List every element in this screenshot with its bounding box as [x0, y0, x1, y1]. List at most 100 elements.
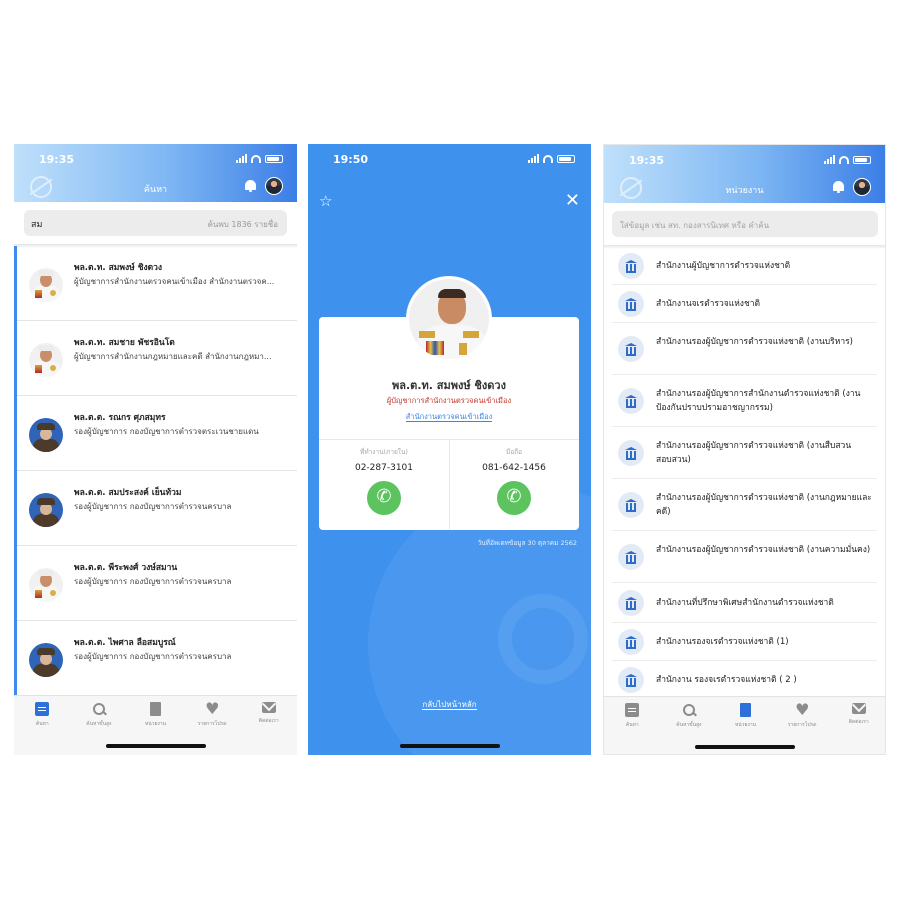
list-item[interactable]: พล.ต.ต. รณกร ศุภสมุทร รองผู้บัญชาการ กองบ… [17, 396, 297, 471]
person-name: พล.ต.ต. สมประสงค์ เย็นท้วม [74, 488, 182, 498]
nav-tab-2[interactable]: หน่วยงาน [128, 702, 184, 728]
nav-label: ค้นหาขั้นสูง [676, 722, 702, 728]
agency-name: สำนักงานจเรตำรวจแห่งชาติ [656, 299, 761, 309]
agency-item[interactable]: สำนักงานรองผู้บัญชาการตำรวจแห่งชาติ (งาน… [612, 479, 877, 531]
list-item[interactable]: พล.ต.ท. สมพงษ์ ชิงดวง ผู้บัญชาการสำนักงาน… [17, 246, 297, 321]
nav-tab-3[interactable]: รายการโปรด [184, 699, 240, 728]
status-time: 19:35 [39, 153, 75, 166]
contact-name: พล.ต.ท. สมพงษ์ ชิงดวง [392, 379, 506, 392]
back-home-link[interactable]: กลับไปหน้าหลัก [308, 698, 591, 711]
nav-tab-0[interactable]: ค้นหา [604, 703, 660, 729]
nav-tab-0[interactable]: ค้นหา [14, 702, 70, 728]
heart-icon [795, 700, 809, 719]
close-icon[interactable]: ✕ [565, 190, 580, 211]
search-icon [92, 702, 106, 716]
agency-name: สำนักงานรองผู้บัญชาการสำนักงานตำรวจแห่งช… [656, 389, 861, 413]
building-icon [740, 703, 751, 717]
agency-search-input[interactable]: ใส่ข้อมูล เช่น สท. กองสารนิเทศ หรือ คำค้… [612, 211, 878, 237]
search-input[interactable]: สม ค้นพบ 1836 รายชื่อ [24, 210, 287, 236]
search-placeholder: ใส่ข้อมูล เช่น สท. กองสารนิเทศ หรือ คำค้… [620, 221, 770, 230]
profile-avatar[interactable] [853, 178, 871, 196]
contact-unit: สำนักงานตรวจคนเข้าเมือง [405, 412, 493, 422]
list-item[interactable]: พล.ต.ต. พีระพงศ์ วงษ์สมาน รองผู้บัญชาการ … [17, 546, 297, 621]
status-icons [236, 154, 283, 163]
list-item[interactable]: พล.ต.ท. สมชาย พัชรอินโต ผู้บัญชาการสำนักง… [17, 321, 297, 396]
heart-icon [205, 699, 219, 718]
nav-tab-4[interactable]: ติดต่อเรา [241, 702, 297, 725]
agency-item[interactable]: สำนักงานรองจเรตำรวจแห่งชาติ (1) [612, 623, 877, 661]
favorite-star-icon[interactable]: ☆ [319, 192, 332, 210]
nav-label: รายการโปรด [197, 721, 227, 727]
nav-tab-2[interactable]: หน่วยงาน [718, 703, 774, 729]
agency-item[interactable]: สำนักงานที่ปรึกษาพิเศษสำนักงานตำรวจแห่งช… [612, 583, 877, 623]
updated-date: วันที่อัพเดทข้อมูล 30 ตุลาคม 2562 [477, 539, 577, 547]
nav-label: ค้นหา [625, 722, 639, 728]
agency-item[interactable]: สำนักงานผู้บัญชาการตำรวจแห่งชาติ [612, 247, 877, 285]
person-photo [29, 343, 63, 377]
agency-item[interactable]: สำนักงานรองผู้บัญชาการตำรวจแห่งชาติ (งาน… [612, 323, 877, 375]
search-value: สม [31, 220, 43, 230]
nav-label: ติดต่อเรา [258, 718, 279, 724]
contact-unit-link[interactable]: สำนักงานตรวจคนเข้าเมือง [319, 411, 579, 423]
person-name: พล.ต.ต. รณกร ศุภสมุทร [74, 413, 166, 423]
signal-icon [824, 155, 835, 164]
nav-tab-1[interactable]: ค้นหาขั้นสูง [71, 702, 127, 728]
agency-item[interactable]: สำนักงานรองผู้บัญชาการตำรวจแห่งชาติ (งาน… [612, 531, 877, 583]
agency-building-icon [618, 667, 644, 693]
status-time: 19:35 [629, 154, 665, 167]
person-name: พล.ต.ต. ไพศาล ลือสมบูรณ์ [74, 638, 176, 648]
list-item[interactable]: พล.ต.ต. ไพศาล ลือสมบูรณ์ รองผู้บัญชาการ ก… [17, 621, 297, 696]
wifi-icon [251, 154, 261, 163]
bell-icon[interactable] [832, 180, 845, 193]
agency-item[interactable]: สำนักงานจเรตำรวจแห่งชาติ [612, 285, 877, 323]
nav-tab-1[interactable]: ค้นหาขั้นสูง [661, 703, 717, 729]
agency-item[interactable]: สำนักงาน รองจเรตำรวจแห่งชาติ ( 2 ) [612, 661, 877, 699]
bell-icon[interactable] [244, 179, 257, 192]
agency-screen: 19:35 หน่วยงาน ใส่ข้อมูล เช่น สท. กองสาร… [603, 144, 886, 755]
mail-icon [851, 703, 866, 714]
nav-label: ติดต่อเรา [848, 719, 869, 725]
document-icon [625, 703, 640, 717]
person-position: รองผู้บัญชาการ กองบัญชาการตำรวจนครบาล [74, 502, 232, 511]
agency-item[interactable]: สำนักงานรองผู้บัญชาการสำนักงานตำรวจแห่งช… [612, 375, 877, 427]
search-icon [682, 703, 696, 717]
home-indicator [399, 744, 500, 748]
agency-building-icon [618, 590, 644, 616]
agency-item[interactable]: สำนักงานรองผู้บัญชาการตำรวจแห่งชาติ (งาน… [612, 427, 877, 479]
mobile-phone: มือถือ 081-642-1456 [449, 447, 579, 515]
person-name: พล.ต.ท. สมชาย พัชรอินโต [74, 338, 175, 348]
call-office-button[interactable] [367, 481, 401, 515]
agency-name: สำนักงาน รองจเรตำรวจแห่งชาติ ( 2 ) [656, 675, 797, 685]
document-icon [35, 702, 50, 716]
back-home-label: กลับไปหน้าหลัก [422, 700, 477, 710]
contact-position: ผู้บัญชาการสำนักงานตรวจคนเข้าเมือง [386, 396, 512, 405]
nav-label: ค้นหา [35, 721, 49, 727]
nav-tab-3[interactable]: รายการโปรด [774, 700, 830, 729]
result-count: ค้นพบ 1836 รายชื่อ [207, 220, 278, 229]
header: 19:35 ค้นหา [14, 144, 297, 202]
agency-name: สำนักงานรองผู้บัญชาการตำรวจแห่งชาติ (งาน… [656, 493, 872, 517]
status-icons [824, 155, 871, 164]
nav-label: รายการโปรด [787, 722, 817, 728]
wifi-icon [839, 155, 849, 164]
call-mobile-button[interactable] [497, 481, 531, 515]
bottom-nav: ค้นหา ค้นหาขั้นสูง หน่วยงาน รายการโปรด ติดต่… [604, 696, 885, 754]
mobile-label: มือถือ [505, 448, 523, 456]
agency-name: สำนักงานรองผู้บัญชาการตำรวจแห่งชาติ (งาน… [656, 545, 871, 555]
agency-building-icon [618, 440, 644, 466]
office-number: 02-287-3101 [354, 463, 414, 473]
battery-icon [557, 154, 575, 163]
list-item[interactable]: พล.ต.ต. สมประสงค์ เย็นท้วมรองผู้บัญชาการ… [17, 471, 297, 546]
agency-building-icon [618, 253, 644, 279]
status-time: 19:50 [333, 153, 369, 166]
person-photo [29, 268, 63, 302]
nav-tab-4[interactable]: ติดต่อเรา [831, 703, 885, 726]
person-photo [29, 643, 63, 677]
contact-photo [406, 276, 492, 362]
home-indicator [105, 744, 206, 748]
signal-icon [528, 154, 539, 163]
profile-avatar[interactable] [265, 177, 283, 195]
signal-icon [236, 154, 247, 163]
building-icon [150, 702, 161, 716]
wifi-icon [543, 154, 553, 163]
